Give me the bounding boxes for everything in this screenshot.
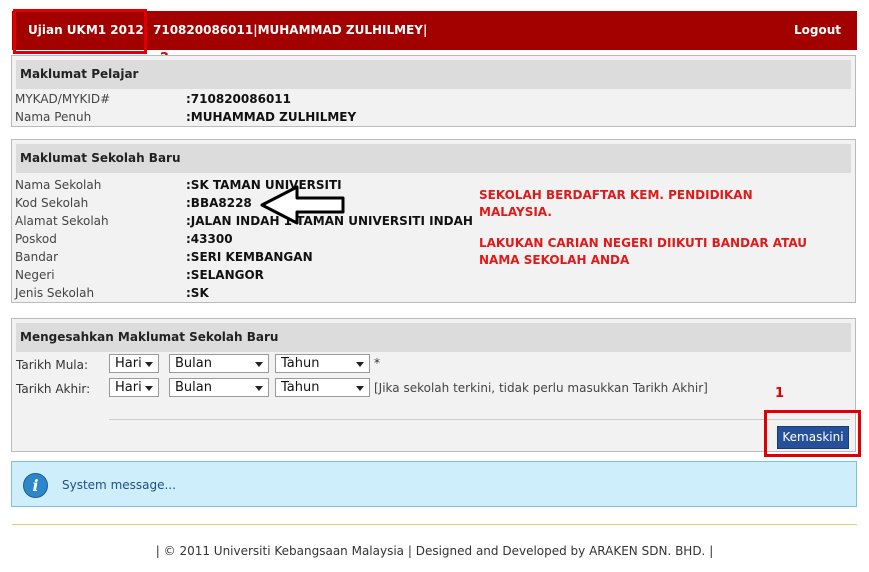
field-value: :SK bbox=[186, 286, 209, 300]
chevron-down-icon bbox=[356, 386, 364, 391]
field-label: Poskod bbox=[15, 232, 57, 246]
school-info-panel: Maklumat Sekolah Baru Nama Sekolah :SK T… bbox=[11, 139, 856, 303]
confirm-panel-title: Mengesahkan Maklumat Sekolah Baru bbox=[16, 323, 851, 352]
annotation-marker-1: 1 bbox=[775, 386, 785, 401]
field-value: :SERI KEMBANGAN bbox=[186, 250, 313, 264]
end-date-label: Tarikh Akhir: bbox=[16, 382, 91, 396]
end-year-select[interactable]: Tahun bbox=[275, 378, 370, 397]
chevron-down-icon bbox=[255, 386, 263, 391]
start-day-select[interactable]: Hari bbox=[109, 354, 159, 373]
info-icon: i bbox=[23, 473, 48, 498]
system-message-box: i System message... bbox=[11, 461, 857, 507]
start-month-select[interactable]: Bulan bbox=[169, 354, 269, 373]
annotation-box-update bbox=[764, 410, 861, 457]
chevron-down-icon bbox=[145, 362, 153, 367]
system-message-text: System message... bbox=[62, 478, 176, 492]
select-value: Hari bbox=[115, 380, 142, 395]
start-year-select[interactable]: Tahun bbox=[275, 354, 370, 373]
confirm-school-panel: Mengesahkan Maklumat Sekolah Baru Tarikh… bbox=[11, 318, 856, 452]
field-value: :710820086011 bbox=[186, 92, 291, 106]
field-label: Negeri bbox=[15, 268, 55, 282]
chevron-down-icon bbox=[255, 362, 263, 367]
field-value: :BBA8228 bbox=[186, 196, 252, 210]
field-label: Alamat Sekolah bbox=[15, 214, 109, 228]
registration-note: SEKOLAH BERDAFTAR KEM. PENDIDIKAN MALAYS… bbox=[479, 187, 753, 221]
field-value: :SK TAMAN UNIVERSITI bbox=[186, 178, 342, 192]
field-label: Bandar bbox=[15, 250, 59, 264]
annotation-box-title bbox=[13, 9, 147, 54]
field-value: :SELANGOR bbox=[186, 268, 264, 282]
footer-divider bbox=[12, 524, 857, 525]
field-label: Kod Sekolah bbox=[15, 196, 89, 210]
field-label: Nama Sekolah bbox=[15, 178, 102, 192]
select-value: Bulan bbox=[175, 380, 212, 395]
end-month-select[interactable]: Bulan bbox=[169, 378, 269, 397]
note-line: MALAYSIA. bbox=[479, 205, 552, 219]
note-line: NAMA SEKOLAH ANDA bbox=[479, 253, 630, 267]
user-info: 710820086011|MUHAMMAD ZULHILMEY| bbox=[153, 23, 428, 37]
school-panel-title: Maklumat Sekolah Baru bbox=[16, 144, 851, 173]
footer-text: | © 2011 Universiti Kebangsaan Malaysia … bbox=[155, 544, 714, 558]
end-date-hint: [Jika sekolah terkini, tidak perlu masuk… bbox=[374, 381, 708, 395]
chevron-down-icon bbox=[356, 362, 364, 367]
field-label: Jenis Sekolah bbox=[15, 286, 95, 300]
logout-link[interactable]: Logout bbox=[794, 23, 841, 37]
field-value: :43300 bbox=[186, 232, 233, 246]
chevron-down-icon bbox=[145, 386, 153, 391]
note-line: LAKUKAN CARIAN NEGERI DIIKUTI BANDAR ATA… bbox=[479, 236, 808, 250]
field-value: :MUHAMMAD ZULHILMEY bbox=[186, 110, 357, 124]
student-info-panel: Maklumat Pelajar MYKAD/MYKID# :710820086… bbox=[11, 55, 856, 127]
start-date-label: Tarikh Mula: bbox=[16, 358, 89, 372]
select-value: Bulan bbox=[175, 356, 212, 371]
divider bbox=[109, 419, 850, 420]
select-value: Hari bbox=[115, 356, 142, 371]
end-day-select[interactable]: Hari bbox=[109, 378, 159, 397]
field-label: MYKAD/MYKID# bbox=[15, 92, 111, 106]
select-value: Tahun bbox=[281, 356, 320, 371]
required-mark: * bbox=[374, 356, 380, 370]
field-value: :JALAN INDAH 1 TAMAN UNIVERSITI INDAH bbox=[186, 214, 473, 228]
field-label: Nama Penuh bbox=[15, 110, 92, 124]
note-line: SEKOLAH BERDAFTAR KEM. PENDIDIKAN bbox=[479, 188, 753, 202]
search-instruction-note: LAKUKAN CARIAN NEGERI DIIKUTI BANDAR ATA… bbox=[479, 235, 807, 269]
student-panel-title: Maklumat Pelajar bbox=[16, 60, 851, 89]
select-value: Tahun bbox=[281, 380, 320, 395]
